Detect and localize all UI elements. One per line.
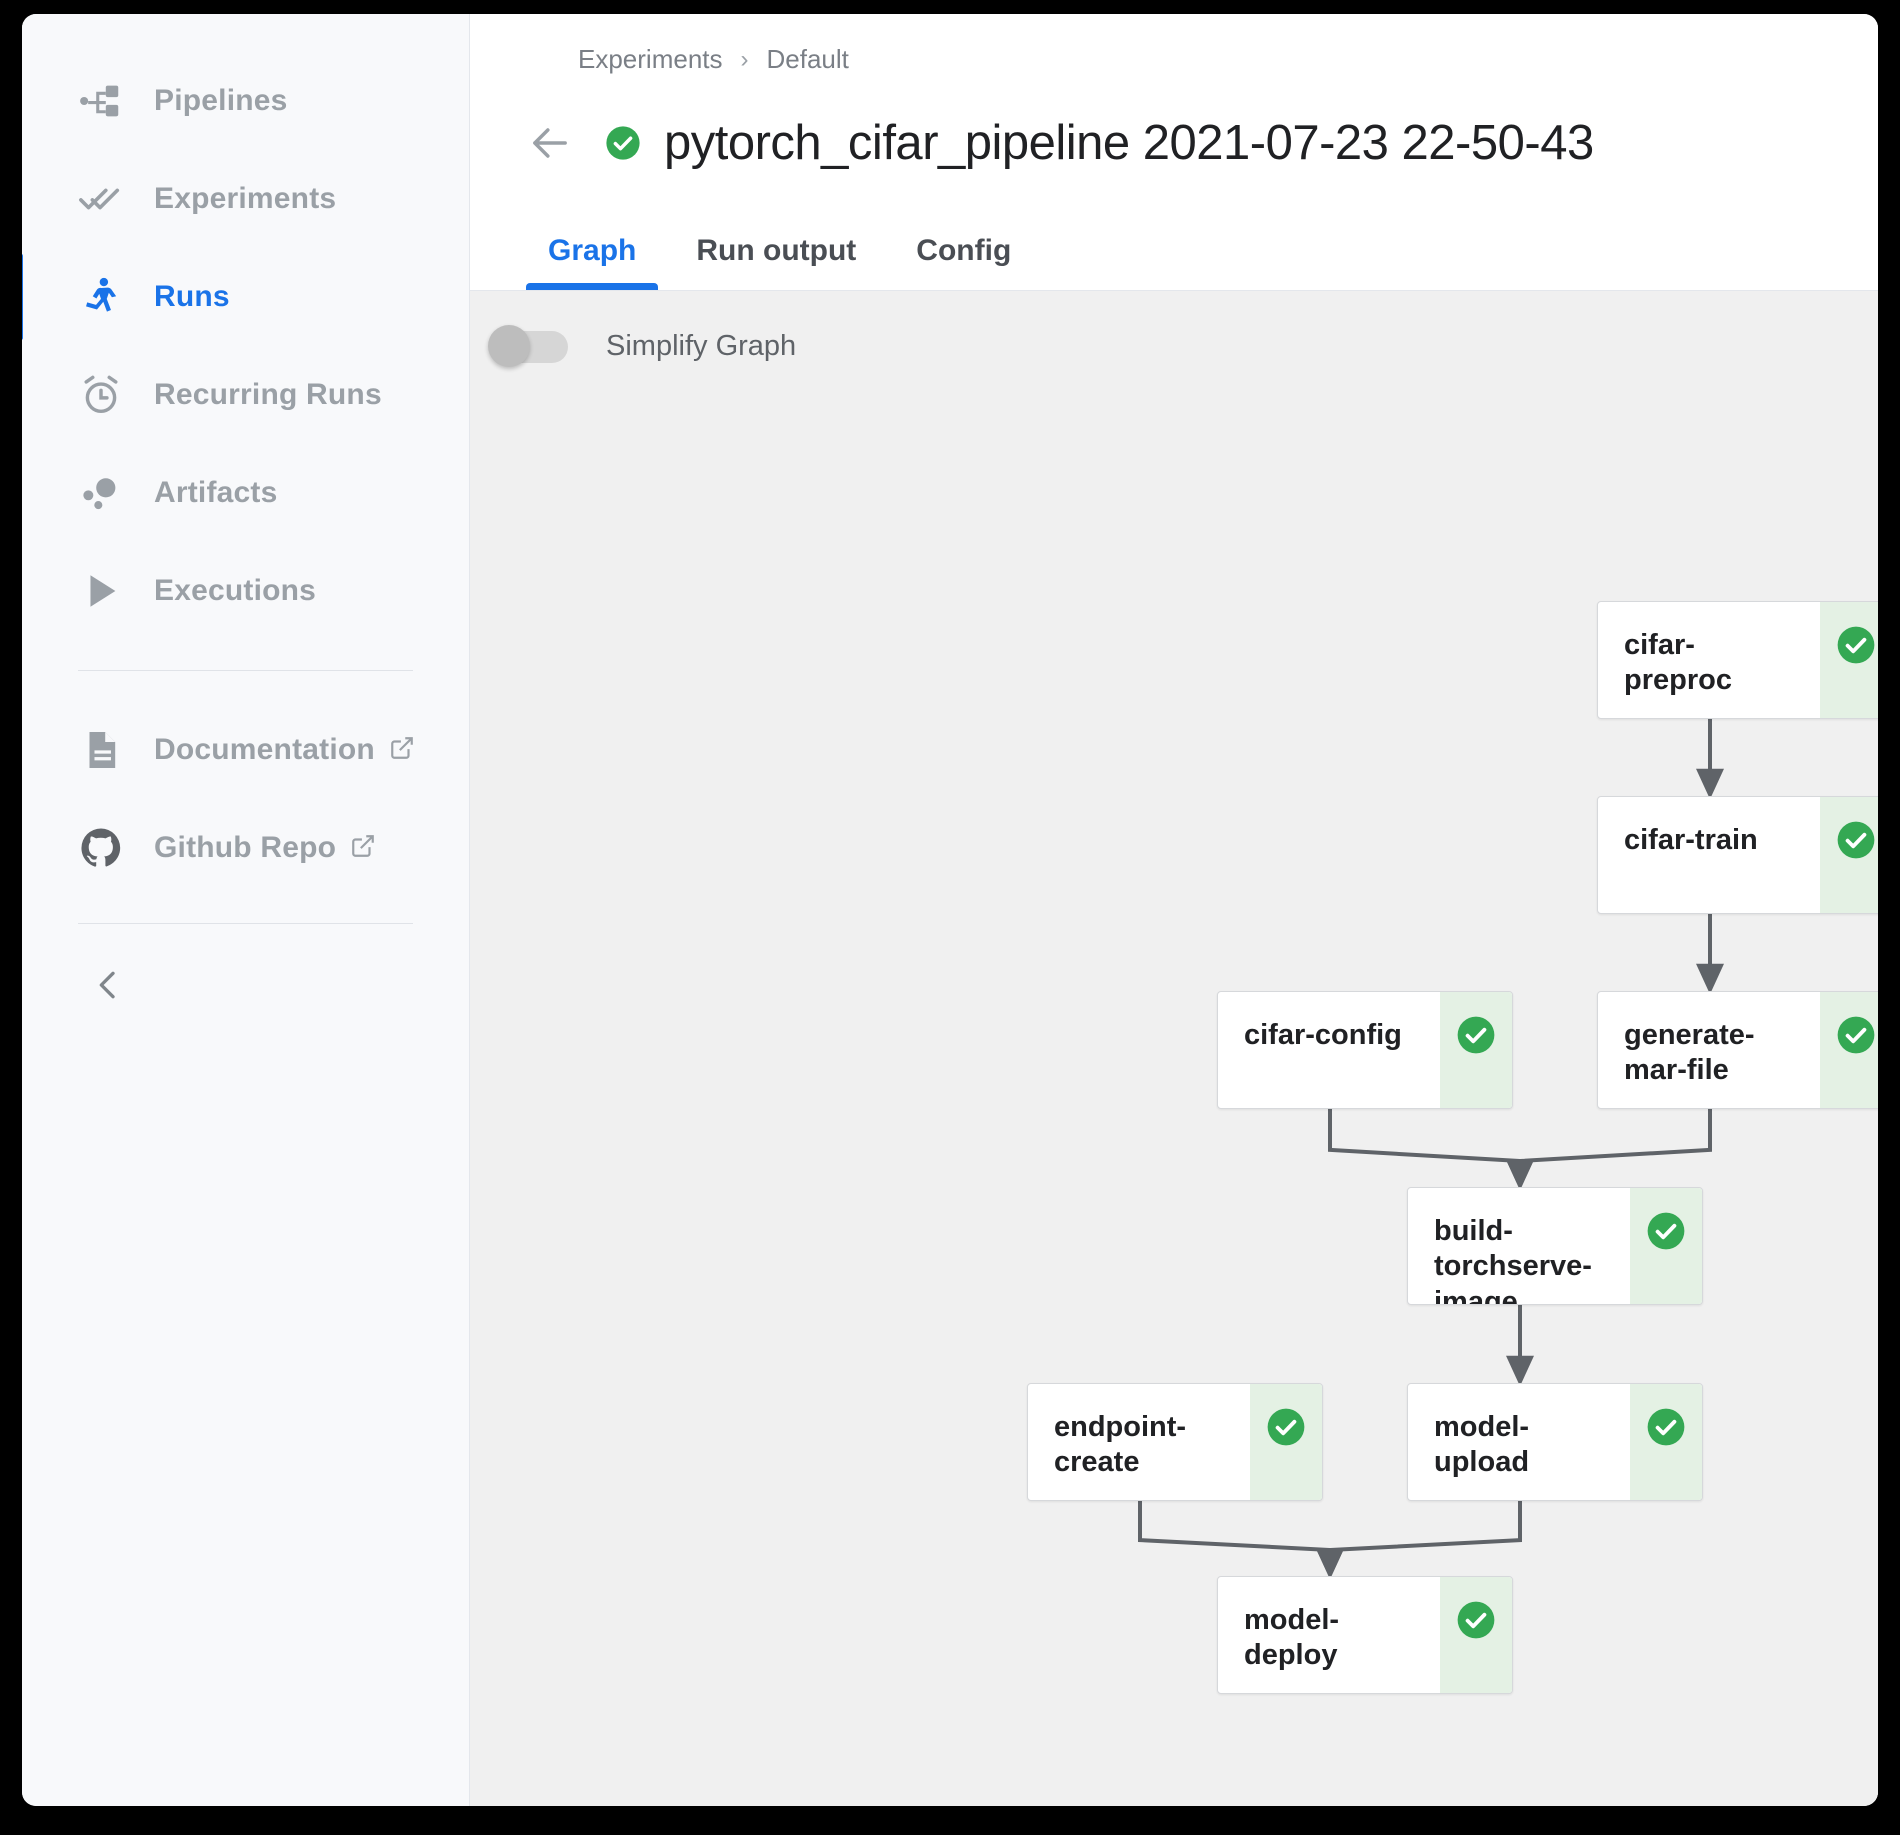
page-title-row: pytorch_cifar_pipeline 2021-07-23 22-50-… xyxy=(470,75,1878,185)
pipelines-icon xyxy=(78,78,128,124)
breadcrumb-item-default[interactable]: Default xyxy=(767,44,849,75)
running-person-icon xyxy=(78,274,128,320)
graph-canvas-area[interactable]: Simplify Graph cifar-preproc cifar-train c… xyxy=(470,291,1878,1806)
graph-node-body: cifar-preproc xyxy=(1598,602,1820,718)
graph-node-body: cifar-train xyxy=(1598,797,1820,913)
graph-node-label: cifar-config xyxy=(1244,1019,1402,1051)
graph-node-status-badge xyxy=(1820,602,1878,718)
external-link-icon xyxy=(389,735,415,766)
sidebar-item-experiments[interactable]: Experiments xyxy=(22,150,469,248)
graph-edge xyxy=(1316,1501,1522,1580)
sidebar-divider-top xyxy=(78,670,413,671)
graph-node-status-badge xyxy=(1250,1384,1322,1500)
alarm-clock-icon xyxy=(78,372,128,418)
tab-bar: Graph Run output Config xyxy=(470,195,1878,291)
tab-graph[interactable]: Graph xyxy=(518,234,666,290)
graph-node-status-badge xyxy=(1440,1577,1512,1693)
graph-node[interactable]: model-deploy xyxy=(1217,1576,1513,1694)
graph-node-status-badge xyxy=(1440,992,1512,1108)
sidebar-item-pipelines[interactable]: Pipelines xyxy=(22,52,469,150)
check-circle-icon xyxy=(1457,1601,1495,1639)
graph-node-body: cifar-config xyxy=(1218,992,1440,1108)
page-title: pytorch_cifar_pipeline 2021-07-23 22-50-… xyxy=(664,116,1594,170)
sidebar-item-artifacts[interactable]: Artifacts xyxy=(22,444,469,542)
sidebar-item-label: Recurring Runs xyxy=(154,378,382,411)
sidebar-item-github-repo[interactable]: Github Repo xyxy=(22,799,469,897)
check-circle-icon xyxy=(1647,1408,1685,1446)
tab-run-output[interactable]: Run output xyxy=(666,234,886,290)
sidebar-item-label: Executions xyxy=(154,574,317,607)
run-status-check-circle-icon xyxy=(604,124,642,162)
arrow-left-icon[interactable] xyxy=(518,111,582,175)
graph-edge xyxy=(1138,1501,1344,1580)
graph-node-label: build-torchserve-image xyxy=(1434,1215,1592,1305)
graph-node-label: generate-mar-file xyxy=(1624,1019,1755,1087)
pipeline-graph: cifar-preproc cifar-train cifar-config gene… xyxy=(470,291,1878,1806)
graph-node-body: generate-mar-file xyxy=(1598,992,1820,1108)
graph-node-body: endpoint-create xyxy=(1028,1384,1250,1500)
graph-node-body: build-torchserve-image xyxy=(1408,1188,1630,1304)
sidebar-item-label: Github Repo xyxy=(154,831,337,864)
graph-node-status-badge xyxy=(1820,797,1878,913)
check-circle-icon xyxy=(1457,1016,1495,1054)
graph-node-status-badge xyxy=(1630,1188,1702,1304)
chevron-left-icon xyxy=(88,965,128,1010)
graph-node-label: model-upload xyxy=(1434,1411,1530,1479)
sidebar-item-label: Documentation xyxy=(154,733,375,766)
check-circle-icon xyxy=(1837,1016,1875,1054)
app-window: Pipelines Experiments Runs Recurring Run… xyxy=(22,14,1878,1806)
sidebar-divider-bottom xyxy=(78,923,413,924)
graph-node-label: endpoint-create xyxy=(1054,1411,1187,1479)
play-triangle-icon xyxy=(78,568,128,614)
graph-node-status-badge xyxy=(1820,992,1878,1108)
document-icon xyxy=(78,727,128,773)
graph-node-status-badge xyxy=(1630,1384,1702,1500)
sidebar-item-recurring-runs[interactable]: Recurring Runs xyxy=(22,346,469,444)
graph-node-label: cifar-preproc xyxy=(1624,629,1732,697)
bubbles-icon xyxy=(78,470,128,516)
check-circle-icon xyxy=(1837,821,1875,859)
graph-node[interactable]: generate-mar-file xyxy=(1597,991,1878,1109)
sidebar-item-documentation[interactable]: Documentation xyxy=(22,701,469,799)
tab-config[interactable]: Config xyxy=(886,234,1041,290)
sidebar-item-label: Pipelines xyxy=(154,84,288,117)
graph-node[interactable]: endpoint-create xyxy=(1027,1383,1323,1501)
sidebar-item-label: Runs xyxy=(154,280,230,313)
sidebar-item-label: Artifacts xyxy=(154,476,278,509)
sidebar-item-label: Experiments xyxy=(154,182,337,215)
sidebar: Pipelines Experiments Runs Recurring Run… xyxy=(22,14,470,1806)
breadcrumb-item-experiments[interactable]: Experiments xyxy=(578,44,723,75)
breadcrumb: Experiments › Default xyxy=(470,14,1878,75)
main-content: Experiments › Default pytorch_cifar_pipe… xyxy=(470,14,1878,1806)
graph-node-label: cifar-train xyxy=(1624,824,1758,856)
graph-node[interactable]: build-torchserve-image xyxy=(1407,1187,1703,1305)
sidebar-collapse-button[interactable] xyxy=(88,960,142,1014)
graph-node[interactable]: cifar-config xyxy=(1217,991,1513,1109)
sidebar-item-runs[interactable]: Runs xyxy=(22,248,469,346)
graph-node-body: model-deploy xyxy=(1218,1577,1440,1693)
external-link-icon xyxy=(350,833,376,864)
graph-node[interactable]: cifar-preproc xyxy=(1597,601,1878,719)
graph-node-label: model-deploy xyxy=(1244,1604,1340,1672)
graph-edge xyxy=(1506,1109,1712,1191)
breadcrumb-separator-icon: › xyxy=(740,45,749,73)
sidebar-item-executions[interactable]: Executions xyxy=(22,542,469,640)
graph-node[interactable]: model-upload xyxy=(1407,1383,1703,1501)
github-icon xyxy=(78,825,128,871)
check-circle-icon xyxy=(1647,1212,1685,1250)
check-circle-icon xyxy=(1837,626,1875,664)
graph-node-body: model-upload xyxy=(1408,1384,1630,1500)
graph-edge xyxy=(1328,1109,1534,1191)
double-check-icon xyxy=(78,176,128,222)
check-circle-icon xyxy=(1267,1408,1305,1446)
graph-node[interactable]: cifar-train xyxy=(1597,796,1878,914)
